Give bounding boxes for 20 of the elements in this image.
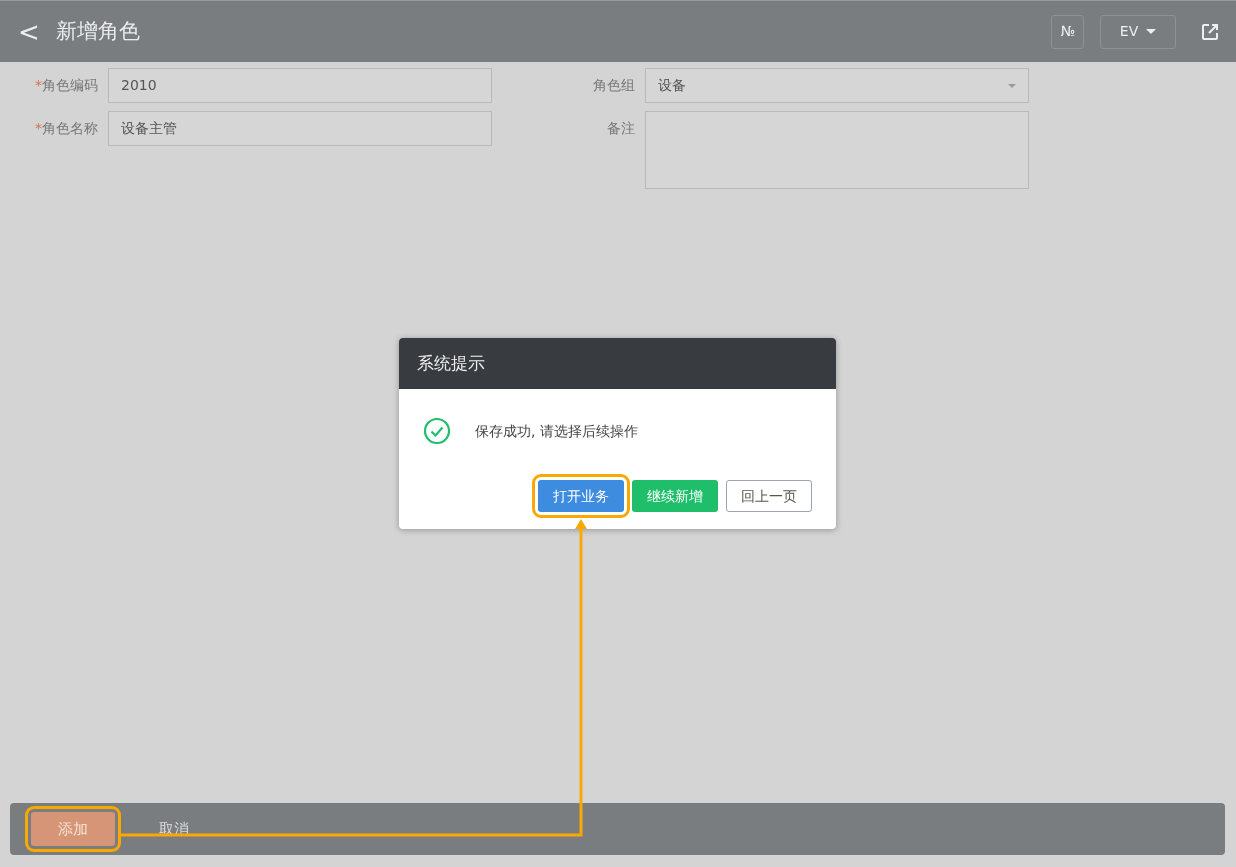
field-label: 备注 <box>607 119 635 138</box>
page-title: 新增角色 <box>55 17 140 45</box>
text-field[interactable]: 2010 <box>108 68 492 103</box>
select-field[interactable]: 设备 <box>645 68 1029 103</box>
check-circle-icon <box>423 417 451 445</box>
dialog-button[interactable]: 回上一页 <box>726 480 812 512</box>
field-label: 角色名称 <box>42 119 98 138</box>
share-icon[interactable] <box>1200 21 1220 42</box>
dialog-title: 系统提示 <box>399 338 836 389</box>
required-mark: * <box>35 76 42 95</box>
number-button[interactable]: № <box>1051 14 1084 49</box>
back-button[interactable]: < <box>0 18 48 45</box>
language-dropdown[interactable]: EV <box>1100 14 1176 49</box>
text-field[interactable]: 设备主管 <box>108 111 492 146</box>
dialog-button[interactable]: 继续新增 <box>632 480 718 512</box>
field-label: 角色组 <box>593 76 635 95</box>
required-mark: * <box>35 119 42 138</box>
field-label: 角色编码 <box>42 76 98 95</box>
textarea-field[interactable] <box>645 111 1029 189</box>
dialog-message: 保存成功, 请选择后续操作 <box>475 421 638 441</box>
